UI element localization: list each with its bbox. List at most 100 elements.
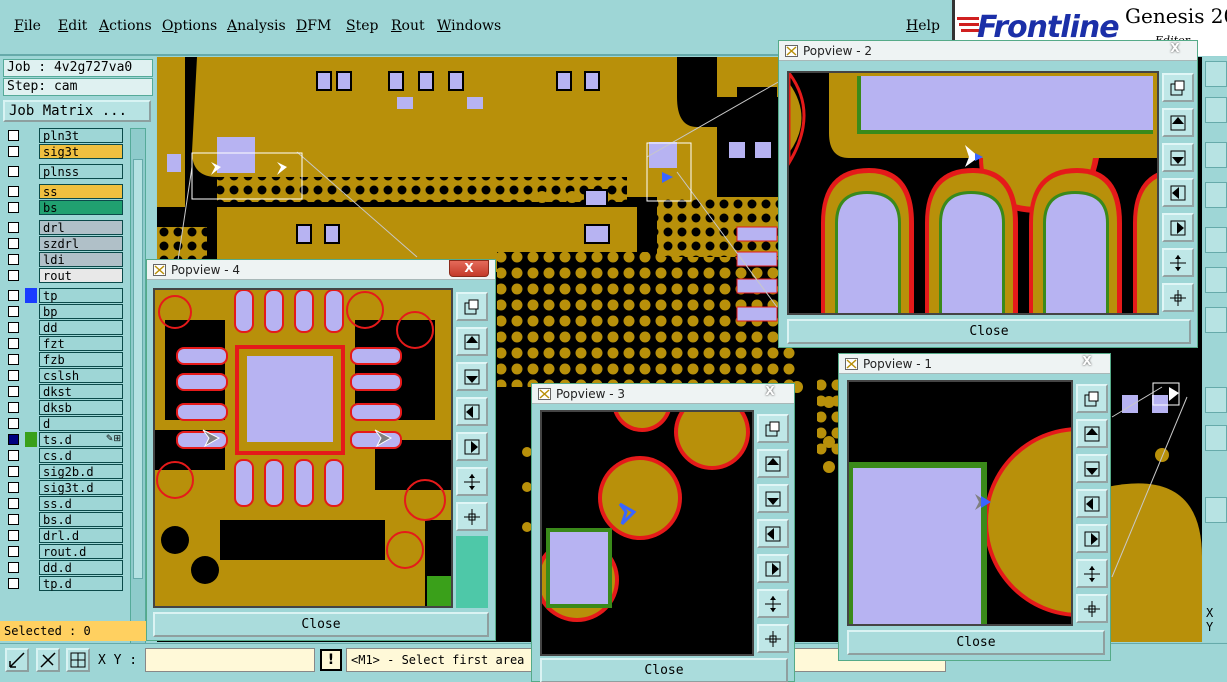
layer-checkbox[interactable] [8, 530, 19, 541]
layer-name[interactable]: bs [39, 200, 123, 215]
layer-scrollbar[interactable] [130, 128, 146, 663]
menu-analysis[interactable]: Analysis [227, 18, 286, 34]
popview-4-view[interactable] [153, 288, 453, 608]
layer-name[interactable]: rout.d [39, 544, 123, 559]
menu-file[interactable]: File [14, 18, 41, 34]
popview-4-zoom-in-button[interactable] [456, 502, 488, 531]
layer-name[interactable]: rout [39, 268, 123, 283]
layer-name[interactable]: tp [39, 288, 123, 303]
layer-row[interactable]: ss.d [3, 496, 125, 511]
popview-1-view[interactable] [847, 380, 1073, 626]
popview-1-pan-right-button[interactable] [1076, 524, 1108, 553]
tool-3-button[interactable] [1205, 142, 1227, 168]
popview-2-pan-right-button[interactable] [1162, 213, 1194, 242]
menu-actions[interactable]: Actions [99, 18, 152, 34]
popview-1-zoom-in-button[interactable] [1076, 594, 1108, 623]
layer-checkbox[interactable] [8, 578, 19, 589]
layer-name[interactable]: tp.d [39, 576, 123, 591]
layer-row[interactable]: ss [3, 184, 125, 199]
layer-checkbox[interactable] [8, 418, 19, 429]
layer-checkbox[interactable] [8, 498, 19, 509]
popview-1-pan-up-button[interactable] [1076, 419, 1108, 448]
menu-dfm[interactable]: DFM [296, 18, 331, 34]
layer-row[interactable]: ldi [3, 252, 125, 267]
zoom-box-button[interactable] [5, 648, 29, 672]
popview-1-pan-left-button[interactable] [1076, 489, 1108, 518]
layer-name[interactable]: pln3t [39, 128, 123, 143]
popview-2-zoom-in-button[interactable] [1162, 283, 1194, 312]
layer-name[interactable]: szdrl [39, 236, 123, 251]
layer-checkbox[interactable] [8, 202, 19, 213]
layer-checkbox[interactable] [8, 186, 19, 197]
layer-row[interactable]: fzb [3, 352, 125, 367]
layer-row[interactable]: tp.d [3, 576, 125, 591]
popview-2-pan-up-button[interactable] [1162, 108, 1194, 137]
layer-name[interactable]: dd.d [39, 560, 123, 575]
warning-icon[interactable]: ! [320, 649, 342, 671]
layer-name[interactable]: plnss [39, 164, 123, 179]
menu-step[interactable]: Step [346, 18, 378, 34]
layer-name[interactable]: bs.d [39, 512, 123, 527]
layer-checkbox[interactable] [8, 434, 19, 445]
layer-name[interactable]: cs.d [39, 448, 123, 463]
popview-1-close-x[interactable]: X [1067, 354, 1107, 371]
tool-2-button[interactable] [1205, 97, 1227, 123]
layer-name[interactable]: d [39, 416, 123, 431]
layer-name[interactable]: bp [39, 304, 123, 319]
tool-1-button[interactable] [1205, 61, 1227, 87]
layer-checkbox[interactable] [8, 354, 19, 365]
popview-4-zoom-out-button[interactable] [456, 467, 488, 496]
popview-2-view[interactable] [787, 71, 1159, 315]
layer-checkbox[interactable] [8, 290, 19, 301]
popview-2-close-button[interactable]: Close [787, 319, 1191, 344]
tool-10-button[interactable] [1205, 497, 1227, 523]
popview-4-pan-left-button[interactable] [456, 397, 488, 426]
popview-4-pan-right-button[interactable] [456, 432, 488, 461]
layer-checkbox[interactable] [8, 338, 19, 349]
layer-checkbox[interactable] [8, 370, 19, 381]
layer-row[interactable]: cslsh [3, 368, 125, 383]
popview-4-close-button[interactable]: Close [153, 612, 489, 637]
popview-2-close-x[interactable]: X [1155, 41, 1195, 58]
popview-3-view[interactable] [540, 410, 754, 656]
layer-name[interactable]: ss.d [39, 496, 123, 511]
layer-checkbox[interactable] [8, 222, 19, 233]
tool-5-button[interactable] [1205, 227, 1227, 253]
measure-button[interactable] [36, 648, 60, 672]
layer-row[interactable]: sig3t.d [3, 480, 125, 495]
menu-options[interactable]: Options [162, 18, 217, 34]
layer-name[interactable]: fzb [39, 352, 123, 367]
layer-name[interactable]: fzt [39, 336, 123, 351]
popview-1-close-button[interactable]: Close [847, 630, 1105, 655]
layer-name[interactable]: ldi [39, 252, 123, 267]
layer-name[interactable]: cslsh [39, 368, 123, 383]
popview-1-zoom-out-button[interactable] [1076, 559, 1108, 588]
popview-3-zoom-in-button[interactable] [757, 624, 789, 653]
layer-checkbox[interactable] [8, 146, 19, 157]
popview-3-close-x[interactable]: X [750, 384, 790, 401]
menu-edit[interactable]: Edit [58, 18, 87, 34]
popview-1-pan-down-button[interactable] [1076, 454, 1108, 483]
popview-3-pan-down-button[interactable] [757, 484, 789, 513]
layer-checkbox[interactable] [8, 546, 19, 557]
layer-checkbox[interactable] [8, 130, 19, 141]
popview-4-titlebar[interactable]: Popview - 4 [147, 260, 495, 280]
popview-2-zoom-fit-button[interactable] [1162, 73, 1194, 102]
tool-7-button[interactable] [1205, 307, 1227, 333]
layer-row[interactable]: plnss [3, 164, 125, 179]
layer-checkbox[interactable] [8, 402, 19, 413]
menu-help[interactable]: Help [906, 18, 940, 34]
layer-row[interactable]: drl [3, 220, 125, 235]
popview-4-zoom-fit-button[interactable] [456, 292, 488, 321]
layer-checkbox[interactable] [8, 514, 19, 525]
popview-4-close-x[interactable]: X [449, 260, 489, 277]
layer-row[interactable]: bs.d [3, 512, 125, 527]
layer-checkbox[interactable] [8, 562, 19, 573]
popview-3-zoom-fit-button[interactable] [757, 414, 789, 443]
layer-name[interactable]: sig3t [39, 144, 123, 159]
layer-name[interactable]: ss [39, 184, 123, 199]
layer-checkbox[interactable] [8, 482, 19, 493]
popview-4-pan-down-button[interactable] [456, 362, 488, 391]
layer-name[interactable]: sig3t.d [39, 480, 123, 495]
layer-checkbox[interactable] [8, 386, 19, 397]
